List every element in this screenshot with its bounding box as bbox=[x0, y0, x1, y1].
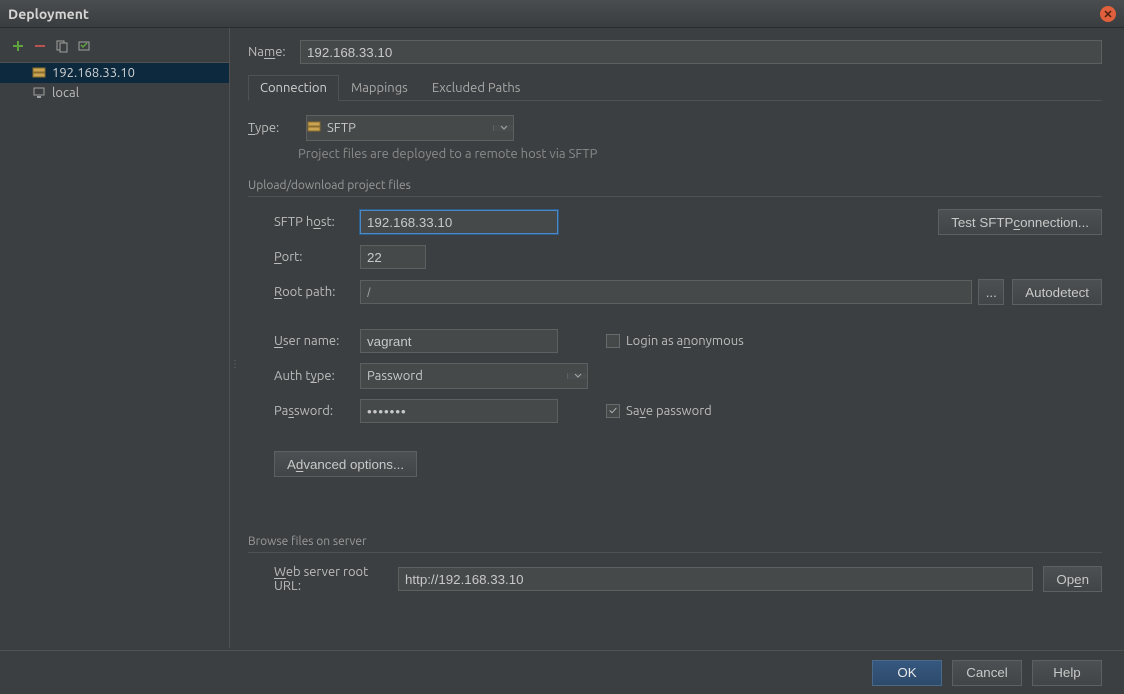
upload-section-label: Upload/download project files bbox=[248, 179, 1102, 192]
tab-excluded[interactable]: Excluded Paths bbox=[420, 75, 533, 101]
autodetect-button[interactable]: Autodetect bbox=[1012, 279, 1102, 305]
auth-select[interactable]: Password bbox=[360, 363, 588, 389]
ok-button[interactable]: OK bbox=[872, 660, 942, 686]
titlebar: Deployment bbox=[0, 0, 1124, 28]
user-label: User name: bbox=[248, 334, 360, 348]
auth-value: Password bbox=[361, 369, 567, 383]
help-button[interactable]: Help bbox=[1032, 660, 1102, 686]
add-icon[interactable] bbox=[10, 38, 26, 54]
chevron-down-icon bbox=[567, 373, 587, 379]
type-value: SFTP bbox=[327, 121, 356, 135]
password-input[interactable] bbox=[360, 399, 558, 423]
anonymous-label: Login as anonymous bbox=[626, 334, 744, 348]
sidebar: 192.168.33.10 local bbox=[0, 28, 230, 648]
port-input[interactable] bbox=[360, 245, 426, 269]
default-icon[interactable] bbox=[76, 38, 92, 54]
auth-label: Auth type: bbox=[248, 369, 360, 383]
sidebar-item-local[interactable]: local bbox=[0, 83, 229, 103]
name-input[interactable] bbox=[300, 40, 1102, 64]
web-url-label: Web server root URL: bbox=[248, 565, 398, 593]
type-description: Project files are deployed to a remote h… bbox=[298, 147, 1102, 161]
type-select[interactable]: SFTP bbox=[306, 115, 514, 141]
open-button[interactable]: Open bbox=[1043, 566, 1102, 592]
local-server-icon bbox=[32, 87, 46, 99]
close-icon[interactable] bbox=[1100, 6, 1116, 22]
tab-mappings[interactable]: Mappings bbox=[339, 75, 420, 101]
browse-root-button[interactable]: ... bbox=[978, 279, 1004, 305]
dialog-button-bar: OK Cancel Help bbox=[0, 650, 1124, 694]
splitter-grip[interactable]: ⋮ bbox=[230, 358, 236, 374]
password-label: Password: bbox=[248, 404, 360, 418]
sftp-icon bbox=[307, 121, 321, 136]
save-password-checkbox[interactable] bbox=[606, 404, 620, 418]
content-pane: ⋮ Name: Connection Mappings Excluded Pat… bbox=[230, 28, 1124, 648]
web-url-input[interactable] bbox=[398, 567, 1033, 591]
remove-icon[interactable] bbox=[32, 38, 48, 54]
host-label: SFTP host: bbox=[248, 215, 360, 229]
root-label: Root path: bbox=[248, 285, 360, 299]
anonymous-checkbox[interactable] bbox=[606, 334, 620, 348]
tab-bar: Connection Mappings Excluded Paths bbox=[248, 74, 1102, 101]
sftp-server-icon bbox=[32, 67, 46, 79]
sidebar-item-label: local bbox=[52, 86, 79, 100]
name-label: Name: bbox=[248, 45, 300, 59]
browse-section-label: Browse files on server bbox=[248, 535, 1102, 548]
advanced-options-button[interactable]: Advanced options... bbox=[274, 451, 417, 477]
host-input[interactable] bbox=[360, 210, 558, 234]
type-label: Type: bbox=[248, 121, 298, 135]
sidebar-item-label: 192.168.33.10 bbox=[52, 66, 135, 80]
tab-connection[interactable]: Connection bbox=[248, 75, 339, 101]
test-connection-button[interactable]: Test SFTP connection... bbox=[938, 209, 1102, 235]
user-input[interactable] bbox=[360, 329, 558, 353]
window-title: Deployment bbox=[8, 6, 1100, 22]
port-label: Port: bbox=[248, 250, 360, 264]
server-tree: 192.168.33.10 local bbox=[0, 62, 229, 103]
sidebar-item-remote[interactable]: 192.168.33.10 bbox=[0, 63, 229, 83]
root-input[interactable] bbox=[360, 280, 972, 304]
sidebar-toolbar bbox=[0, 34, 229, 62]
save-password-label: Save password bbox=[626, 404, 712, 418]
cancel-button[interactable]: Cancel bbox=[952, 660, 1022, 686]
chevron-down-icon bbox=[493, 125, 513, 131]
copy-icon[interactable] bbox=[54, 38, 70, 54]
